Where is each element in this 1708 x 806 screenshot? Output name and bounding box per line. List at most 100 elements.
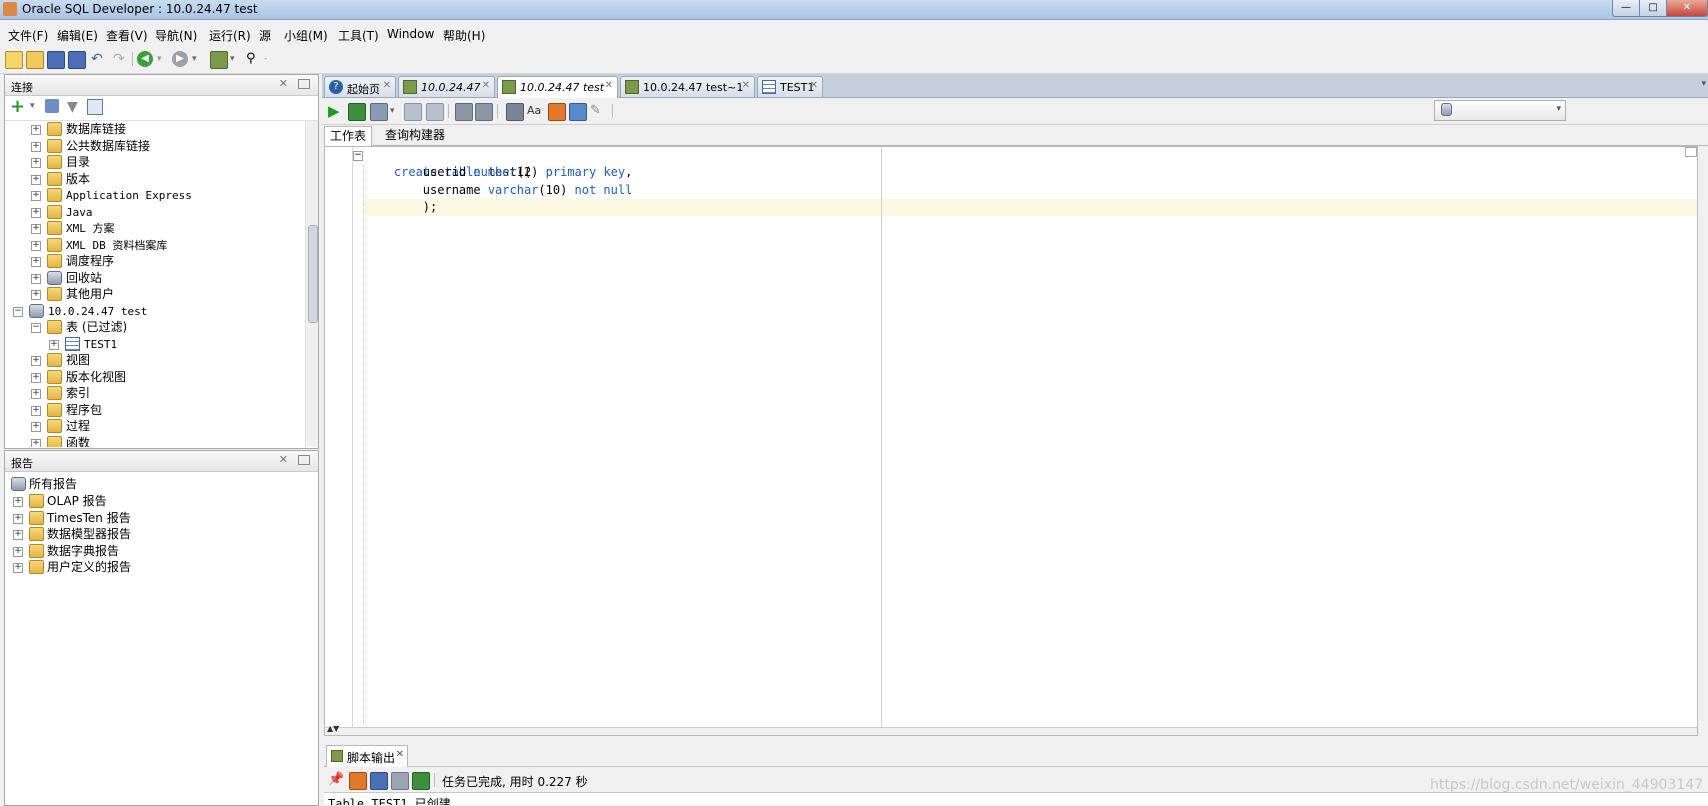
- menu-edit[interactable]: 编辑(E): [57, 27, 98, 44]
- save-icon[interactable]: [370, 772, 388, 790]
- tab-connection-1[interactable]: 10.0.24.47 ✕: [398, 76, 495, 97]
- save-icon[interactable]: [47, 51, 65, 69]
- expand-icon[interactable]: +: [49, 339, 59, 350]
- open-folder-icon[interactable]: [26, 51, 44, 69]
- close-window-button[interactable]: ✕: [1666, 0, 1708, 17]
- back-icon[interactable]: ◀: [137, 51, 153, 67]
- explain-plan-icon[interactable]: [475, 103, 493, 121]
- pin-icon[interactable]: 📌: [328, 772, 344, 788]
- expand-icon[interactable]: +: [13, 546, 23, 557]
- expand-icon[interactable]: +: [31, 240, 41, 251]
- commit-icon[interactable]: [370, 103, 388, 121]
- close-tab-icon[interactable]: ✕: [383, 80, 391, 91]
- minimize-panel-icon[interactable]: [298, 455, 310, 465]
- expand-icon[interactable]: +: [13, 530, 23, 540]
- tab-worksheet[interactable]: 工作表: [324, 126, 373, 146]
- expand-icon[interactable]: +: [31, 372, 41, 383]
- expand-icon[interactable]: +: [31, 141, 41, 152]
- expand-icon[interactable]: +: [31, 290, 41, 300]
- back-dropdown-icon[interactable]: ▾: [157, 51, 173, 67]
- expand-icon[interactable]: +: [31, 422, 41, 432]
- connection-selector[interactable]: ▾: [1434, 100, 1566, 121]
- add-connection-icon[interactable]: +: [10, 98, 25, 116]
- expand-icon[interactable]: +: [31, 438, 41, 447]
- sql-worksheet-icon[interactable]: [210, 51, 228, 69]
- minimize-button[interactable]: —: [1612, 0, 1640, 17]
- expand-icon[interactable]: +: [13, 513, 23, 524]
- clear-eraser-icon[interactable]: [548, 103, 566, 121]
- fold-collapse-icon[interactable]: −: [353, 151, 363, 161]
- run-statement-icon[interactable]: ▶: [328, 103, 344, 119]
- add-connection-dropdown-icon[interactable]: ▾: [30, 101, 35, 111]
- refresh-icon[interactable]: [45, 99, 59, 113]
- forward-dropdown-icon[interactable]: ▾: [192, 51, 208, 67]
- collapse-icon[interactable]: −: [31, 323, 41, 333]
- expand-icon[interactable]: +: [31, 405, 41, 416]
- expand-icon[interactable]: +: [31, 158, 41, 168]
- expand-icon[interactable]: +: [13, 497, 23, 507]
- tab-script-output[interactable]: 脚本输出 ✕: [326, 745, 408, 767]
- autotrace-icon[interactable]: [506, 103, 524, 121]
- close-tab-icon[interactable]: ✕: [396, 749, 404, 760]
- menu-source[interactable]: 源: [259, 27, 271, 44]
- menu-help[interactable]: 帮助(H): [443, 27, 485, 44]
- clear-eraser-icon[interactable]: [349, 772, 367, 790]
- expand-icon[interactable]: +: [31, 125, 41, 135]
- minimize-panel-icon[interactable]: [298, 79, 310, 89]
- menu-navigate[interactable]: 导航(N): [155, 27, 197, 44]
- connections-scrollbar[interactable]: [305, 121, 318, 447]
- tab-start-page[interactable]: ? 起始页 ✕: [324, 76, 396, 97]
- tab-connection-test[interactable]: 10.0.24.47 test ✕: [497, 76, 618, 98]
- expand-icon[interactable]: +: [31, 273, 41, 284]
- sql-editor[interactable]: − create table test1( userid number(2) p…: [324, 146, 1698, 736]
- menu-window[interactable]: Window: [387, 27, 434, 41]
- close-tab-icon[interactable]: ✕: [482, 80, 490, 91]
- maximize-button[interactable]: □: [1639, 0, 1667, 17]
- worksheet-dropdown-icon[interactable]: ▾: [230, 51, 246, 67]
- script-output-text-area[interactable]: Table TEST1 已创建。: [324, 792, 1708, 805]
- close-tab-icon[interactable]: ✕: [810, 80, 818, 91]
- close-tab-icon[interactable]: ✕: [605, 80, 613, 91]
- forward-icon[interactable]: ▶: [172, 51, 188, 67]
- rollback-icon[interactable]: [404, 103, 422, 121]
- tab-test1-table[interactable]: TEST1 ✕: [757, 76, 823, 97]
- expand-icon[interactable]: +: [13, 563, 23, 573]
- format-case-icon[interactable]: Aa: [527, 103, 543, 119]
- splitter-arrows-icon[interactable]: ▲▼: [327, 724, 339, 733]
- close-icon[interactable]: ✕: [279, 453, 288, 466]
- tools-wrench-icon[interactable]: ✎: [590, 103, 606, 119]
- search-dropdown-icon[interactable]: -: [264, 51, 280, 67]
- expand-icon[interactable]: +: [31, 224, 41, 234]
- redo-icon[interactable]: ↷: [113, 51, 129, 67]
- save-all-icon[interactable]: [68, 51, 86, 69]
- collapse-icon[interactable]: −: [13, 306, 23, 317]
- expand-icon[interactable]: +: [31, 174, 41, 185]
- cancel-icon[interactable]: [426, 103, 444, 121]
- menu-team[interactable]: 小组(M): [284, 27, 328, 44]
- tab-connection-test-1[interactable]: 10.0.24.47 test~1 ✕: [620, 76, 755, 97]
- filter-icon[interactable]: ▼: [67, 99, 78, 115]
- editor-splitter[interactable]: ▲▼: [325, 724, 1697, 735]
- menu-file[interactable]: 文件(F): [8, 27, 48, 44]
- tab-query-builder[interactable]: 查询构建器: [380, 126, 450, 145]
- new-file-icon[interactable]: [5, 51, 23, 69]
- expand-icon[interactable]: +: [31, 389, 41, 399]
- menu-tools[interactable]: 工具(T): [338, 27, 379, 44]
- sql-tuning-icon[interactable]: [455, 103, 473, 121]
- scrollbar-thumb[interactable]: [308, 225, 318, 323]
- print-icon[interactable]: [391, 772, 409, 790]
- undo-icon[interactable]: ↶: [91, 51, 107, 67]
- expand-icon[interactable]: +: [31, 207, 41, 218]
- expand-icon[interactable]: +: [31, 257, 41, 267]
- expand-icon[interactable]: +: [31, 356, 41, 366]
- tab-list-dropdown-icon[interactable]: ▾: [1701, 79, 1706, 89]
- close-tab-icon[interactable]: ✕: [742, 80, 750, 91]
- binoculars-icon[interactable]: ⚲: [246, 51, 262, 67]
- sql-history-icon[interactable]: [569, 103, 587, 121]
- close-icon[interactable]: ✕: [279, 77, 288, 90]
- schema-browser-icon[interactable]: [87, 99, 103, 115]
- run-script-icon[interactable]: [348, 103, 366, 121]
- open-in-worksheet-icon[interactable]: [412, 772, 430, 790]
- menu-view[interactable]: 查看(V): [106, 27, 148, 44]
- expand-icon[interactable]: +: [31, 191, 41, 201]
